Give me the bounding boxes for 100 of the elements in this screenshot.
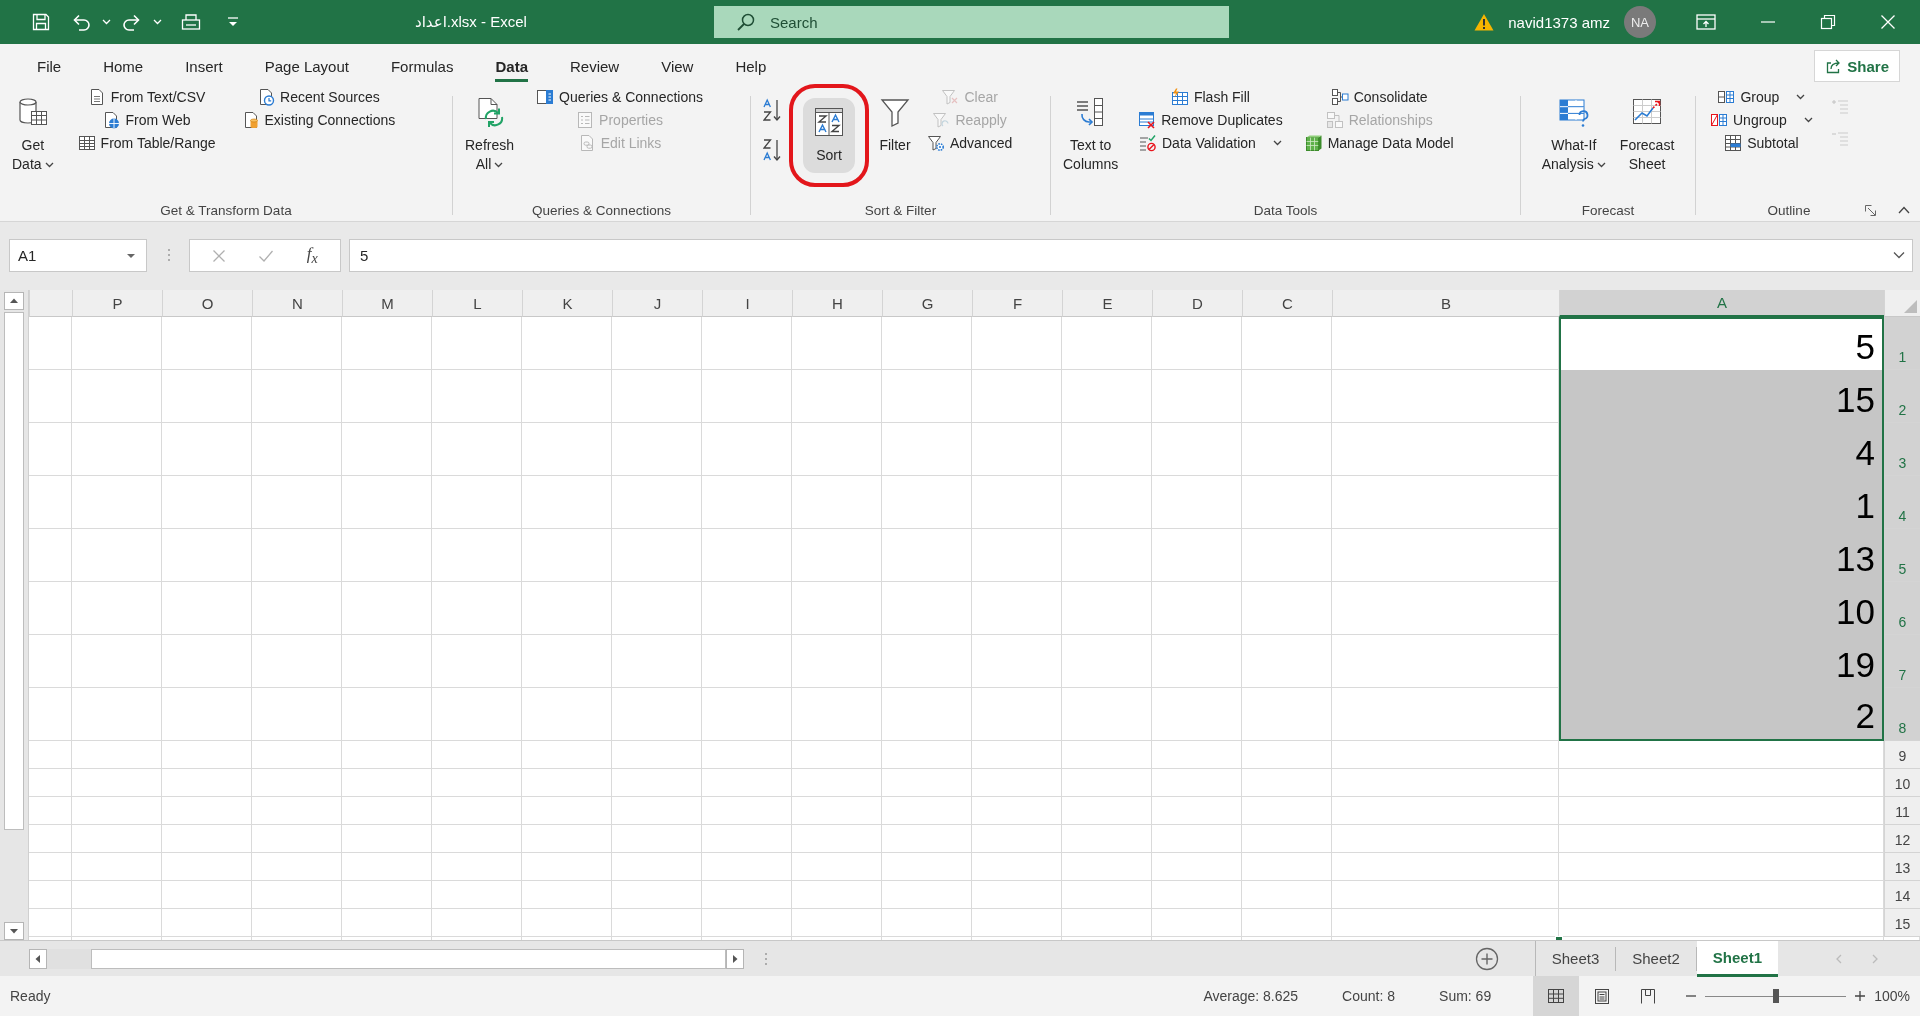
column-header[interactable]: J xyxy=(612,290,702,317)
ribbon-button[interactable]: Queries & Connections xyxy=(533,88,706,106)
ribbon-button[interactable]: Recent Sources xyxy=(254,88,383,106)
view-button[interactable] xyxy=(1533,976,1580,1016)
column-header[interactable]: I xyxy=(702,290,792,317)
menu-tab[interactable]: View xyxy=(640,44,715,88)
sheet-tab[interactable]: Sheet3 xyxy=(1535,946,1617,971)
row-header[interactable]: 6 xyxy=(1884,582,1920,635)
row-header[interactable]: 8 xyxy=(1884,688,1920,741)
ribbon-button[interactable]: Ungroup xyxy=(1707,111,1816,129)
scrollbar-thumb[interactable] xyxy=(4,312,24,830)
menu-tab[interactable]: Formulas xyxy=(369,44,475,88)
chevron-up-icon[interactable] xyxy=(1898,206,1910,214)
insert-function-button[interactable]: f$_{x}$ xyxy=(306,243,318,268)
zoom-level[interactable]: 100% xyxy=(1874,988,1910,1004)
menu-tab[interactable]: Data xyxy=(474,44,549,88)
row-header[interactable]: 1 xyxy=(1884,317,1920,370)
row-header[interactable]: 9 xyxy=(1884,741,1920,769)
ribbon-button[interactable]: Filter xyxy=(875,88,915,159)
corner-arrow-icon[interactable] xyxy=(1865,205,1876,217)
column-header[interactable]: C xyxy=(1242,290,1332,317)
ribbon-button[interactable]: From Text/CSV xyxy=(84,88,209,106)
box-grid-icon xyxy=(1717,88,1736,106)
column-header[interactable]: E xyxy=(1062,290,1152,317)
menu-tab[interactable]: Insert xyxy=(164,44,244,88)
ribbon-button[interactable]: From Web xyxy=(99,111,194,129)
row-header[interactable]: 14 xyxy=(1884,881,1920,909)
merge-boxes-icon xyxy=(1330,88,1349,106)
check-icon[interactable] xyxy=(258,248,275,263)
row-header[interactable]: 4 xyxy=(1884,476,1920,529)
spreadsheet-cell[interactable]: 2 xyxy=(1559,688,1884,741)
row-header[interactable]: 5 xyxy=(1884,529,1920,582)
row-header[interactable]: 7 xyxy=(1884,635,1920,688)
ribbon-button[interactable]: Sort xyxy=(789,84,869,187)
slider-thumb[interactable] xyxy=(1772,989,1779,1003)
row-header[interactable]: 11 xyxy=(1884,797,1920,825)
ribbon-button[interactable]: Consolidate xyxy=(1327,88,1431,106)
formula-field[interactable]: 5 xyxy=(349,239,1913,272)
column-header[interactable]: K xyxy=(522,290,612,317)
name-box[interactable]: A1 xyxy=(9,239,147,272)
ribbon-button[interactable]: Manage Data Model xyxy=(1301,134,1457,152)
ribbon-button[interactable]: Group xyxy=(1714,88,1809,106)
column-header[interactable]: M xyxy=(342,290,432,317)
group-label: Queries & Connections xyxy=(532,202,671,218)
save-icon[interactable] xyxy=(30,11,52,33)
ribbon-button[interactable]: Advanced xyxy=(924,134,1016,152)
column-header[interactable]: N xyxy=(252,290,342,317)
row-header[interactable]: 13 xyxy=(1884,853,1920,881)
ribbon-button[interactable]: From Table/Range xyxy=(74,134,219,152)
sort-ascending-icon[interactable] xyxy=(763,98,783,124)
ribbon-button[interactable]: Remove Duplicates xyxy=(1135,111,1286,129)
spreadsheet-cell[interactable]: 4 xyxy=(1559,423,1884,476)
sheet-tab[interactable]: Sheet1 xyxy=(1696,940,1778,977)
column-header[interactable]: O xyxy=(162,290,252,317)
avatar[interactable]: NA xyxy=(1624,6,1656,38)
column-header[interactable]: P xyxy=(72,290,162,317)
column-header[interactable]: L xyxy=(432,290,522,317)
printer-icon[interactable] xyxy=(180,11,202,33)
search-field[interactable]: Search xyxy=(714,6,1229,38)
ribbon-button[interactable]: Existing Connections xyxy=(238,111,399,129)
grip-dots-icon[interactable] xyxy=(764,950,768,967)
sheet-tab[interactable]: Sheet2 xyxy=(1616,946,1697,971)
plus-icon[interactable] xyxy=(1854,990,1867,1002)
menu-tab[interactable]: Review xyxy=(549,44,641,88)
row-header[interactable]: 3 xyxy=(1884,423,1920,476)
column-header[interactable]: A xyxy=(1559,290,1884,317)
spreadsheet-cell[interactable]: 5 xyxy=(1559,317,1884,370)
spreadsheet-cell[interactable]: 15 xyxy=(1559,370,1884,423)
spreadsheet-cell[interactable]: 10 xyxy=(1559,582,1884,635)
plus-circle-icon[interactable] xyxy=(1474,946,1499,971)
ribbon-button[interactable]: Text to Columns xyxy=(1059,88,1123,178)
share-button[interactable]: Share xyxy=(1814,50,1900,82)
spreadsheet-cell[interactable]: 19 xyxy=(1559,635,1884,688)
ribbon-button[interactable]: Subtotal xyxy=(1721,134,1802,152)
ribbon-button[interactable]: Refresh All xyxy=(461,88,519,178)
row-header[interactable]: 2 xyxy=(1884,370,1920,423)
close-icon[interactable] xyxy=(1880,14,1896,30)
column-header[interactable]: B xyxy=(1332,290,1559,317)
chevron-down-icon[interactable] xyxy=(1893,251,1905,259)
row-header[interactable]: 12 xyxy=(1884,825,1920,853)
ribbon-button[interactable]: Flash Fill xyxy=(1167,88,1253,106)
row-header[interactable]: 15 xyxy=(1884,909,1920,937)
menu-tab[interactable]: File xyxy=(16,44,83,88)
table-cross-icon xyxy=(1138,111,1157,129)
menu-tab[interactable]: Help xyxy=(714,44,788,88)
restore-icon[interactable] xyxy=(1820,14,1836,30)
column-header[interactable]: G xyxy=(882,290,972,317)
ribbon-button[interactable]: Forecast Sheet xyxy=(1615,88,1679,178)
column-header[interactable]: F xyxy=(972,290,1062,317)
menu-tab[interactable]: Page Layout xyxy=(243,44,370,88)
bar-caret-icon[interactable] xyxy=(226,15,240,29)
ribbon-button[interactable]: What-If Analysis xyxy=(1537,88,1610,178)
column-header[interactable]: D xyxy=(1152,290,1242,317)
ribbon-button[interactable]: Get Data xyxy=(8,88,58,178)
spreadsheet-cell[interactable]: 13 xyxy=(1559,529,1884,582)
row-header[interactable]: 10 xyxy=(1884,769,1920,797)
spreadsheet-cell[interactable]: 1 xyxy=(1559,476,1884,529)
ribbon-button[interactable]: Data Validation xyxy=(1136,134,1285,152)
menu-tab[interactable]: Home xyxy=(82,44,165,88)
column-header[interactable]: H xyxy=(792,290,882,317)
